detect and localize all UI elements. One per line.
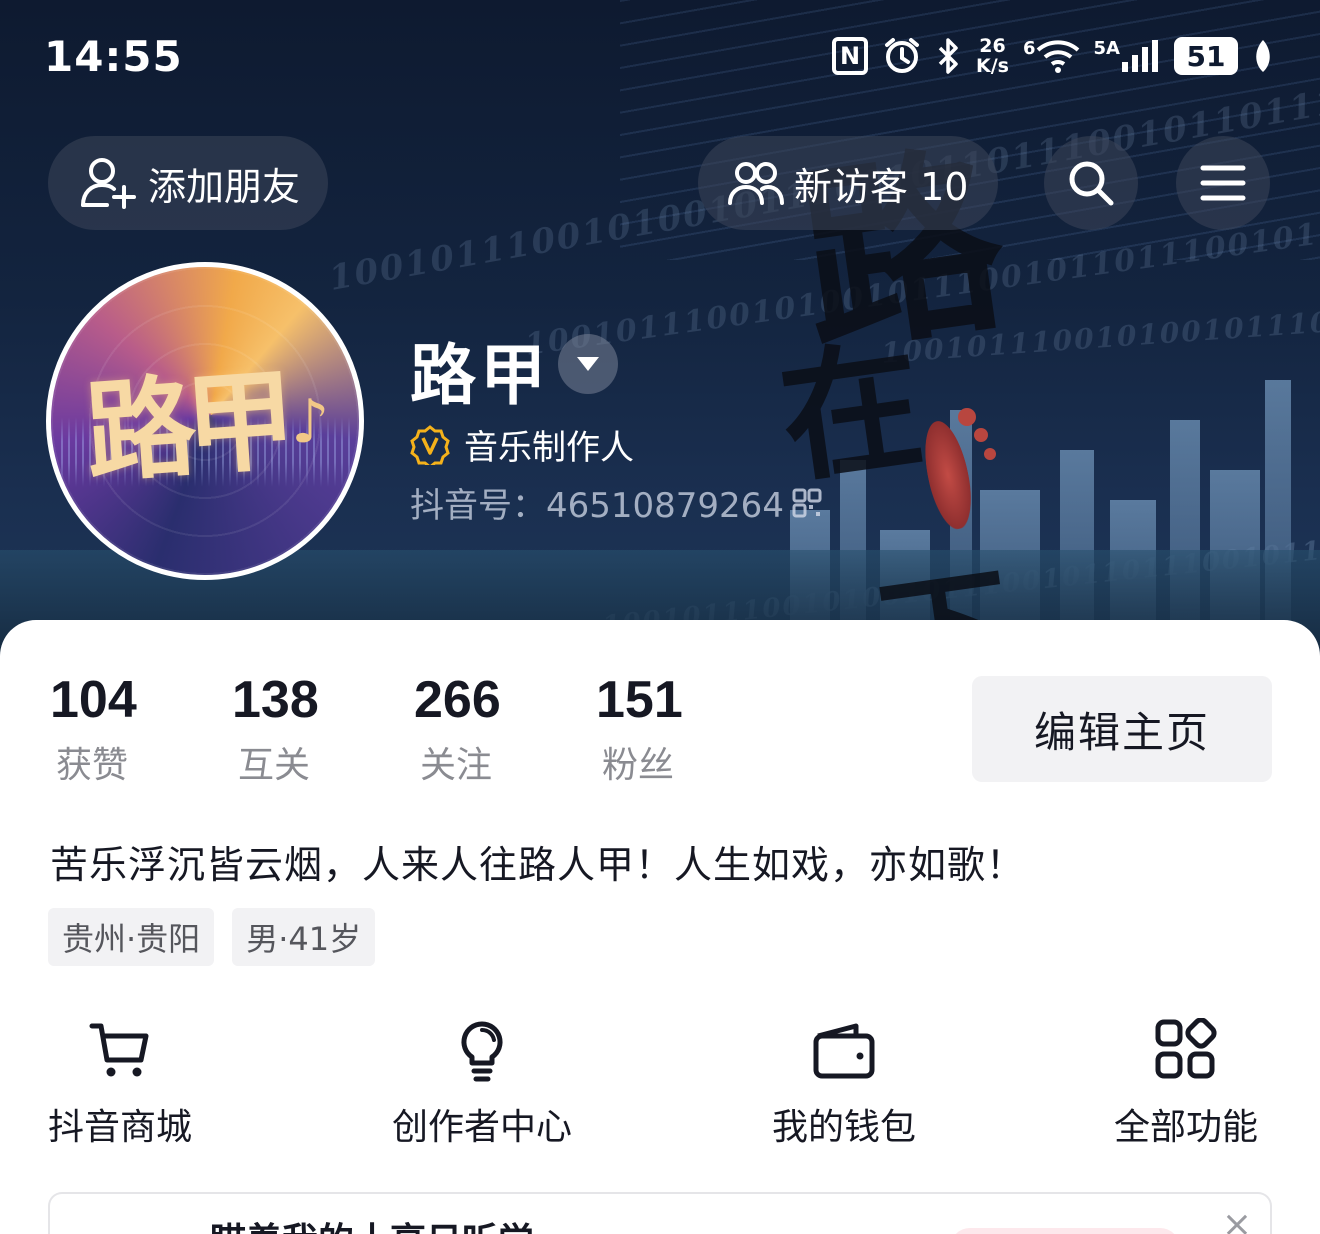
- stat-likes[interactable]: 104 获赞: [50, 670, 232, 788]
- stat-value: 151: [596, 671, 683, 729]
- feature-label: 创作者中心: [392, 1107, 573, 1148]
- verification-row: 音乐制作人: [410, 420, 634, 469]
- hamburger-menu-icon: [1200, 165, 1246, 201]
- avatar-logo-text: 路甲: [81, 355, 290, 498]
- feature-all-functions[interactable]: 全部功能: [1114, 1018, 1258, 1150]
- wifi-icon: 6: [1023, 38, 1080, 74]
- promo-card-text: 瞄着我的十亮日听觉: [210, 1212, 534, 1234]
- status-time: 14:55: [44, 32, 183, 81]
- gender-age-tag[interactable]: 男·41岁: [232, 908, 376, 966]
- stat-label: 关注: [420, 745, 493, 786]
- search-icon: [1069, 161, 1114, 206]
- feature-shop[interactable]: 抖音商城: [48, 1018, 192, 1150]
- status-icons: N 26 K/s 6 5A 51: [832, 36, 1274, 76]
- battery-icon: 51: [1174, 37, 1238, 75]
- lightbulb-icon: [461, 1021, 503, 1082]
- network-speed-value: 26: [979, 35, 1006, 57]
- add-friend-label: 添加朋友: [148, 164, 301, 209]
- wallet-icon: [813, 1023, 875, 1079]
- cell-signal-icon: 5A: [1094, 38, 1160, 74]
- stat-value: 266: [414, 671, 501, 729]
- feature-row: 抖音商城 创作者中心 我的钱包 全部功能: [0, 1018, 1320, 1148]
- add-user-icon: [81, 158, 136, 209]
- edit-profile-button[interactable]: 编辑主页: [972, 676, 1272, 782]
- douyin-id: 抖音号：46510879264: [410, 486, 784, 526]
- new-visitors-button[interactable]: 新访客 10: [698, 136, 998, 230]
- network-speed: 26 K/s: [976, 36, 1009, 76]
- new-visitors-label: 新访客 10: [794, 164, 969, 209]
- account-switch-button[interactable]: [558, 334, 618, 394]
- stat-label: 获赞: [56, 745, 129, 786]
- wifi-label: 6: [1023, 38, 1036, 59]
- grid-icon: [1155, 1018, 1217, 1079]
- stat-value: 138: [232, 671, 319, 729]
- status-bar: 14:55 N 26 K/s 6 5A 51: [0, 0, 1320, 116]
- promo-card[interactable]: 瞄着我的十亮日听觉 ×: [48, 1192, 1272, 1234]
- stat-followers[interactable]: 151 粉丝: [596, 670, 778, 788]
- stat-mutual[interactable]: 138 互关: [232, 670, 414, 788]
- profile-name: 路甲: [410, 337, 550, 414]
- qr-code-icon[interactable]: [792, 488, 822, 518]
- verified-badge-icon: [410, 424, 450, 465]
- signal-label: 5A: [1093, 38, 1120, 59]
- search-button[interactable]: [1044, 136, 1138, 230]
- feature-creator-center[interactable]: 创作者中心: [392, 1018, 572, 1150]
- bluetooth-icon: [936, 36, 962, 76]
- feature-label: 我的钱包: [772, 1107, 917, 1148]
- location-tag[interactable]: 贵州·贵阳: [48, 908, 215, 966]
- cart-icon: [89, 1023, 149, 1077]
- profile-tags: 贵州·贵阳 男·41岁: [48, 908, 376, 966]
- network-speed-unit: K/s: [976, 55, 1009, 77]
- feature-wallet[interactable]: 我的钱包: [772, 1018, 916, 1150]
- feature-label: 抖音商城: [48, 1107, 193, 1148]
- avatar[interactable]: 路甲 ♪: [46, 262, 364, 580]
- stat-label: 互关: [238, 745, 311, 786]
- add-friend-button[interactable]: 添加朋友: [48, 136, 328, 230]
- stat-following[interactable]: 266 关注: [414, 670, 596, 788]
- stat-label: 粉丝: [602, 745, 675, 786]
- chevron-down-icon: [577, 357, 599, 371]
- menu-button[interactable]: [1176, 136, 1270, 230]
- profile-bio: 苦乐浮沉皆云烟，人来人往路人甲！人生如戏，亦如歌！: [50, 843, 1026, 887]
- nfc-icon: N: [832, 37, 869, 75]
- stats-row: 104 获赞 138 互关 266 关注 151 粉丝: [50, 670, 778, 788]
- promo-card-pill[interactable]: [950, 1228, 1180, 1234]
- verification-text: 音乐制作人: [464, 428, 634, 468]
- alarm-icon: [882, 36, 922, 76]
- close-icon[interactable]: ×: [1222, 1204, 1252, 1234]
- feature-label: 全部功能: [1114, 1107, 1259, 1148]
- douyin-id-row[interactable]: 抖音号：46510879264: [410, 478, 822, 527]
- visitors-icon: [728, 162, 784, 205]
- leaf-icon: [1252, 38, 1274, 74]
- music-note-icon: ♪: [291, 387, 330, 457]
- stat-value: 104: [50, 671, 137, 729]
